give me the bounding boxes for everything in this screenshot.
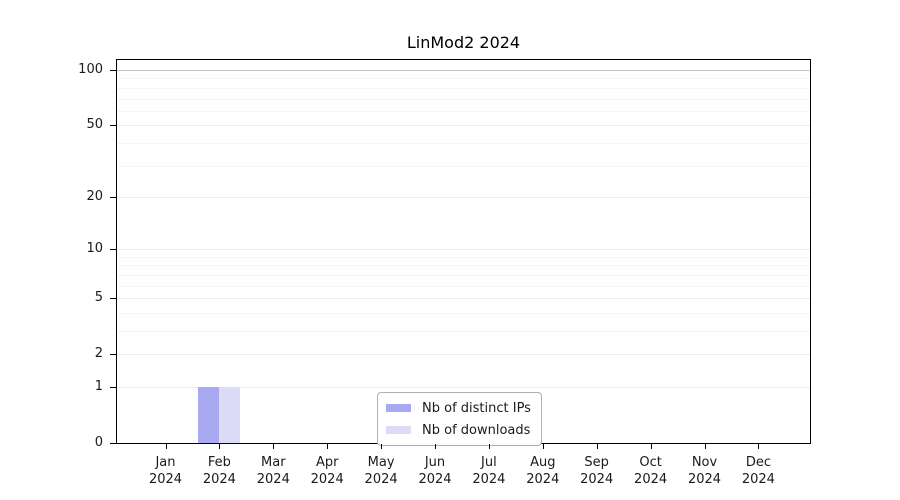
y-gridline-20	[117, 196, 810, 198]
y-tick-label-20: 20	[86, 188, 103, 204]
figure: LinMod2 2024 Nb of distinct IPs Nb of do…	[0, 0, 900, 500]
y-gridline-6	[117, 285, 810, 287]
x-tick-mark-apr	[327, 444, 329, 449]
x-tick-label-aug: Aug 2024	[526, 455, 560, 487]
x-tick-label-oct: Oct 2024	[634, 455, 668, 487]
legend-swatch-downloads	[386, 426, 411, 434]
plot-area	[116, 59, 811, 444]
y-gridline-60	[117, 110, 810, 112]
x-tick-label-mar: Mar 2024	[256, 455, 290, 487]
legend-item-distinct-ips: Nb of distinct IPs	[386, 398, 531, 418]
legend-swatch-distinct-ips	[386, 404, 411, 412]
x-tick-label-jul: Jul 2024	[472, 455, 506, 487]
x-tick-label-nov: Nov 2024	[687, 455, 722, 487]
y-tick-label-10: 10	[86, 241, 103, 257]
legend-item-downloads: Nb of downloads	[386, 420, 531, 440]
y-gridline-10	[117, 249, 810, 251]
y-tick-label-100: 100	[78, 62, 103, 77]
y-tick-label-2: 2	[94, 346, 103, 362]
x-tick-mark-feb	[219, 444, 221, 449]
y-gridline-80	[117, 87, 810, 89]
bar-downloads-feb	[219, 387, 241, 443]
y-tick-mark-100	[110, 70, 117, 71]
y-gridline-70	[117, 98, 810, 100]
x-tick-label-jan: Jan 2024	[148, 455, 183, 487]
y-gridline-7	[117, 274, 810, 276]
x-tick-label-may: May 2024	[364, 455, 398, 487]
y-gridline-40	[117, 142, 810, 144]
y-gridline-50	[117, 125, 810, 127]
x-tick-mark-jan	[165, 444, 167, 449]
legend: Nb of distinct IPs Nb of downloads	[377, 392, 542, 446]
y-gridline-9	[117, 256, 810, 258]
x-tick-mark-jun	[435, 444, 436, 449]
y-tick-mark-20	[110, 196, 117, 198]
legend-label-distinct-ips: Nb of distinct IPs	[422, 400, 531, 416]
y-tick-label-5: 5	[94, 290, 103, 306]
x-tick-mark-may	[381, 444, 383, 449]
y-tick-mark-5	[110, 298, 117, 300]
y-tick-label-1: 1	[94, 379, 103, 394]
x-tick-mark-aug	[542, 444, 544, 449]
x-tick-mark-dec	[758, 444, 760, 449]
y-gridline-8	[117, 265, 810, 267]
y-tick-mark-0	[110, 443, 117, 444]
y-gridline-100	[117, 70, 810, 71]
y-tick-mark-1	[110, 387, 117, 388]
x-tick-mark-mar	[273, 444, 275, 449]
x-tick-label-feb: Feb 2024	[202, 455, 236, 487]
x-tick-mark-jul	[488, 444, 490, 449]
legend-label-downloads: Nb of downloads	[422, 422, 531, 438]
y-gridline-5	[117, 298, 810, 300]
y-tick-mark-50	[110, 125, 117, 127]
y-tick-mark-10	[110, 249, 117, 251]
x-tick-mark-nov	[704, 444, 706, 449]
y-tick-label-0: 0	[94, 435, 103, 450]
y-gridline-2	[117, 354, 810, 356]
y-tick-mark-2	[110, 354, 117, 356]
x-tick-mark-sep	[596, 444, 598, 449]
bar-distinct-ips-feb	[198, 387, 220, 443]
chart-title: LinMod2 2024	[406, 33, 521, 52]
y-gridline-3	[117, 331, 810, 332]
x-tick-label-jun: Jun 2024	[418, 455, 452, 487]
x-tick-label-dec: Dec 2024	[741, 455, 775, 487]
y-tick-label-50: 50	[86, 117, 103, 133]
y-gridline-4	[117, 312, 810, 314]
x-tick-label-apr: Apr 2024	[310, 455, 344, 487]
y-gridline-30	[117, 165, 810, 167]
x-tick-mark-oct	[650, 444, 652, 449]
x-tick-label-sep: Sep 2024	[580, 455, 614, 487]
y-gridline-90	[117, 78, 810, 80]
